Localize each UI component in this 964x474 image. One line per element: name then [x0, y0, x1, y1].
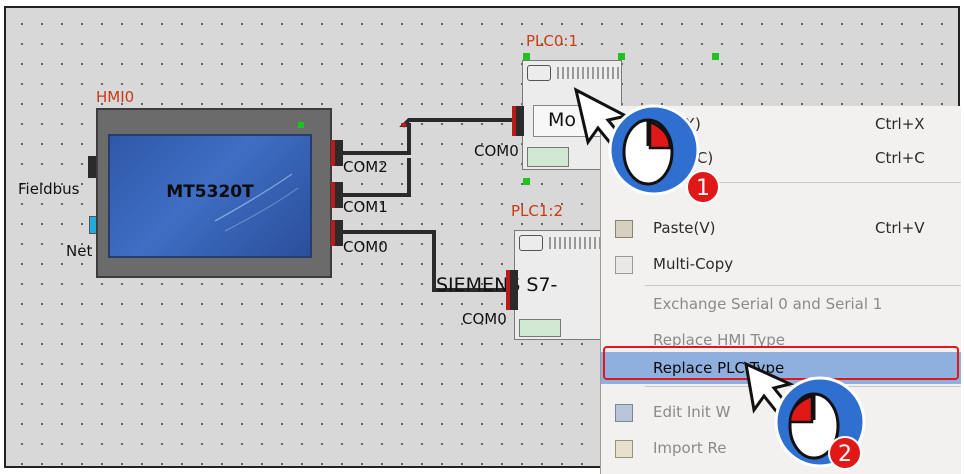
- hmi-com1-port[interactable]: [331, 182, 343, 208]
- plc-port-icon: [527, 65, 551, 81]
- hmi-screen: MT5320T: [108, 134, 312, 258]
- menu-item-paste[interactable]: Paste(V) Ctrl+V: [601, 212, 961, 244]
- plc-terminal-strip: [557, 67, 619, 79]
- plc1-com0-label: COM0: [462, 310, 507, 328]
- paste-icon: [615, 220, 633, 238]
- import-icon: [615, 440, 633, 458]
- hmi-status-led: [298, 122, 304, 128]
- plc1-name: SIEMENS S7-: [436, 274, 558, 296]
- menu-item-exchange-serial[interactable]: Exchange Serial 0 and Serial 1: [601, 288, 961, 320]
- selection-handle[interactable]: [712, 53, 719, 60]
- hmi-com2-label: COM2: [343, 158, 388, 176]
- edit-init-icon: [615, 404, 633, 422]
- hmi-model-label: MT5320T: [166, 182, 254, 202]
- plc-port-icon: [519, 235, 543, 251]
- step-badge-1: 1: [686, 170, 720, 204]
- hmi-device[interactable]: MT5320T: [96, 108, 332, 278]
- plc0-com0-port[interactable]: [512, 106, 524, 136]
- plc-io-block: [527, 147, 569, 167]
- hmi-com2-port[interactable]: [331, 140, 343, 166]
- plc0-com0-label: COM0: [474, 142, 519, 160]
- selection-handle[interactable]: [618, 53, 625, 60]
- menu-item-multi-copy[interactable]: Multi-Copy: [601, 248, 961, 280]
- multi-copy-icon: [615, 256, 633, 274]
- selection-handle[interactable]: [523, 53, 530, 60]
- menu-separator: [645, 285, 961, 286]
- fieldbus-label: Fieldbus: [18, 180, 80, 198]
- plc0-label: PLC0:1: [526, 32, 579, 50]
- net-label: Net: [66, 242, 93, 260]
- plc1-label: PLC1:2: [511, 202, 564, 220]
- step-badge-2: 2: [828, 436, 862, 470]
- plc-terminal-strip: [549, 237, 603, 249]
- plc1-com0-port[interactable]: [506, 270, 518, 310]
- hmi-com0-label: COM0: [343, 238, 388, 256]
- tutorial-pointer-2: [744, 361, 866, 468]
- hmi-label: HMI0: [96, 88, 135, 106]
- hmi-com0-port[interactable]: [331, 220, 343, 246]
- hmi-com1-label: COM1: [343, 198, 388, 216]
- plc-io-block: [519, 319, 561, 337]
- selection-handle[interactable]: [523, 178, 530, 185]
